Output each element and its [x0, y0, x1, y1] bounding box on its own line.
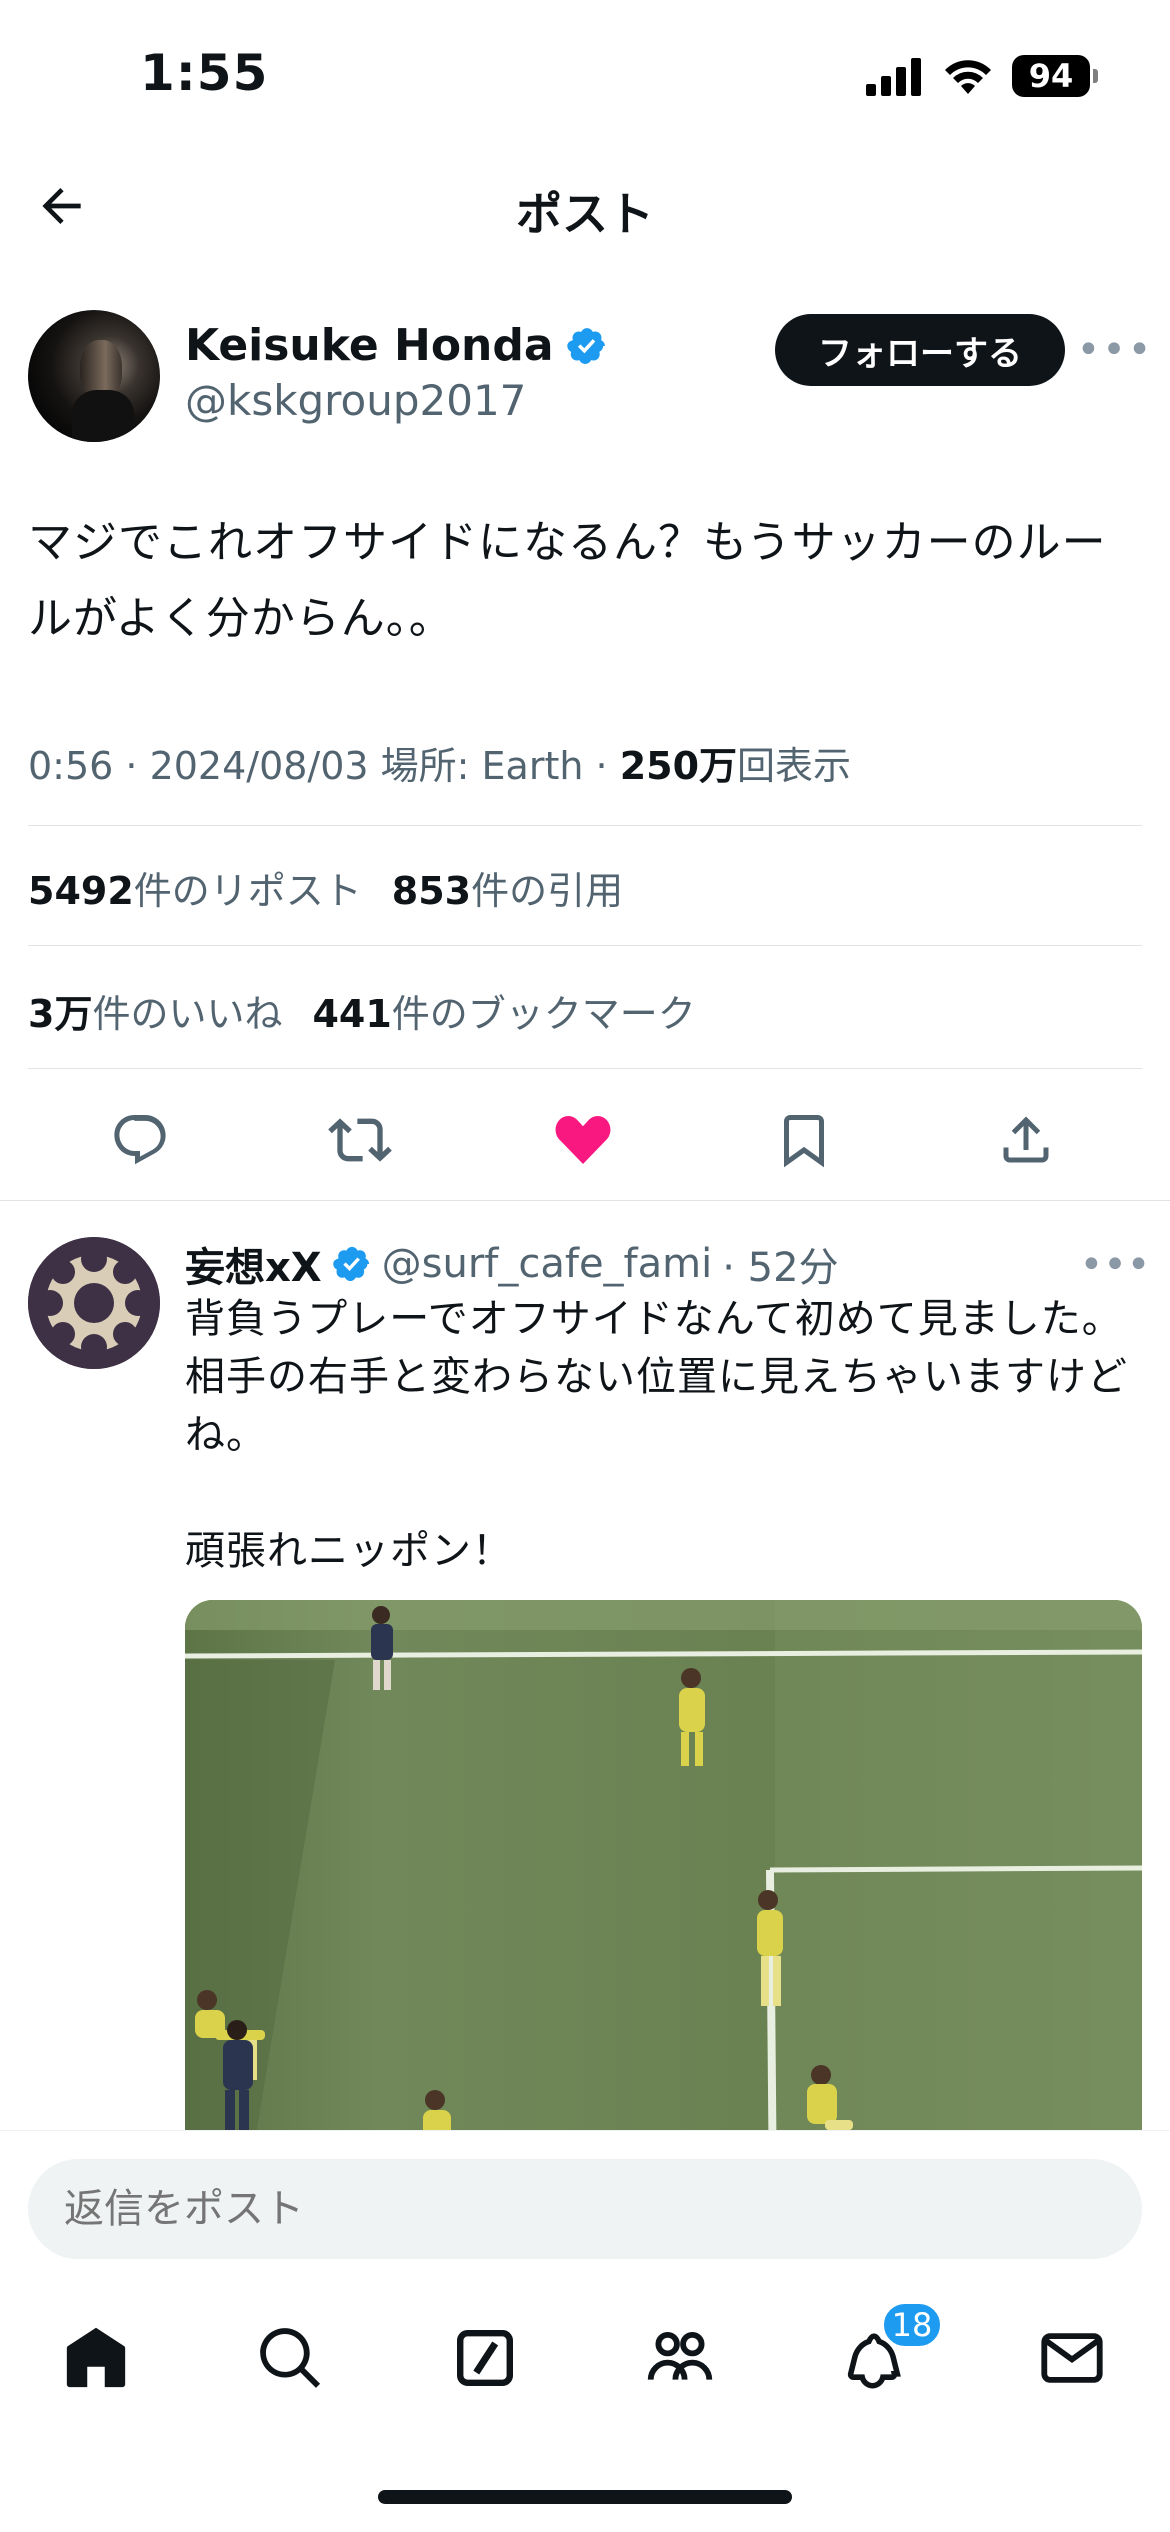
share-button[interactable] [994, 1108, 1058, 1172]
views-count: 250万 [619, 744, 738, 788]
status-time: 1:55 [140, 44, 269, 102]
author-handle[interactable]: @kskgroup2017 [185, 376, 526, 425]
divider [0, 1200, 1170, 1201]
reposts-count: 5492 [28, 869, 134, 913]
tab-compose[interactable] [447, 2320, 523, 2396]
divider [28, 1068, 1142, 1069]
messages-icon [1041, 2333, 1103, 2383]
status-icons: 94 [866, 52, 1098, 100]
nav-header: ポスト [0, 150, 1170, 262]
bookmarks-label: 件のブックマーク [391, 992, 696, 1036]
share-icon [1003, 1116, 1049, 1163]
notifications-badge: 18 [880, 2300, 944, 2350]
battery-level: 94 [1028, 57, 1074, 95]
likes-label: 件のいいね [92, 992, 283, 1036]
repost-button[interactable] [328, 1108, 392, 1172]
reply-author-handle[interactable]: @surf_cafe_fami [382, 1241, 713, 1287]
home-icon [66, 2327, 126, 2388]
follow-button[interactable]: フォローする [775, 314, 1065, 386]
author-name: Keisuke Honda [185, 320, 554, 371]
reply-composer [0, 2130, 1170, 2280]
reply-more-button[interactable]: ••• [1080, 1242, 1151, 1288]
likes-stat[interactable]: 3万件のいいね [28, 983, 282, 1038]
reply-input[interactable] [28, 2159, 1142, 2259]
post-more-button[interactable]: ••• [1077, 327, 1152, 373]
bookmark-icon [784, 1115, 824, 1168]
cellular-signal-icon [866, 58, 921, 96]
reposts-stat[interactable]: 5492件のリポスト [28, 860, 362, 915]
post-text: マジでこれオフサイドになるん？もうサッカーのルールがよく分からん。。 [28, 517, 1107, 644]
reply-avatar-image [28, 1237, 160, 1369]
likes-count: 3万 [28, 992, 93, 1036]
reply-avatar[interactable] [28, 1237, 160, 1369]
reply-item[interactable]: 妄想xX @surf_cafe_fami · 52分 ••• 背負うプレーでオフ… [0, 1205, 1170, 2135]
reply-media-image[interactable] [185, 1600, 1142, 2135]
repost-icon [328, 1118, 392, 1162]
verified-icon [332, 1246, 369, 1282]
reposts-label: 件のリポスト [133, 869, 362, 913]
home-indicator[interactable] [378, 2490, 792, 2504]
tab-communities[interactable] [642, 2320, 718, 2396]
tab-messages[interactable] [1034, 2320, 1110, 2396]
post-action-bar [0, 1072, 1170, 1202]
divider [28, 825, 1142, 826]
battery-indicator: 94 [1012, 55, 1098, 97]
like-button[interactable] [551, 1108, 615, 1172]
author-avatar[interactable] [28, 310, 160, 442]
reply-button[interactable] [108, 1108, 172, 1172]
compose-icon [457, 2330, 513, 2386]
reply-icon [114, 1115, 166, 1165]
views-label: 回表示 [737, 744, 852, 788]
search-icon [260, 2328, 321, 2388]
divider [28, 945, 1142, 946]
quotes-stat[interactable]: 853件の引用 [392, 860, 623, 915]
post-meta: 0:56 · 2024/08/03 場所: Earth · 250万回表示 [28, 735, 851, 790]
quotes-label: 件の引用 [471, 869, 624, 913]
reply-text: 背負うプレーでオフサイドなんて初めて見ました。相手の右手と変わらない位置に見えち… [185, 1296, 1128, 1574]
tab-search[interactable] [252, 2320, 328, 2396]
quotes-count: 853 [391, 869, 472, 913]
author-name-group[interactable]: Keisuke Honda [185, 320, 608, 371]
tab-home[interactable] [58, 2320, 134, 2396]
page-title: ポスト [516, 187, 654, 241]
bottom-tab-bar: 18 [0, 2280, 1170, 2430]
bookmarks-stat[interactable]: 441件のブックマーク [312, 983, 695, 1038]
reply-header: 妄想xX @surf_cafe_fami · 52分 [185, 1235, 839, 1293]
soccer-field-photo [185, 1600, 1142, 2135]
verified-icon [566, 327, 605, 364]
bookmarks-count: 441 [312, 992, 392, 1036]
stats-row-likes: 3万件のいいね 441件のブックマーク [28, 983, 696, 1038]
wifi-icon [945, 60, 991, 94]
reply-author-name[interactable]: 妄想xX [185, 1235, 322, 1293]
post-timestamp: 0:56 · 2024/08/03 場所: Earth · [28, 744, 620, 788]
status-bar: 1:55 94 [0, 0, 1170, 150]
stats-row-reposts: 5492件のリポスト 853件の引用 [28, 860, 623, 915]
like-icon [555, 1115, 611, 1164]
post-author-row: Keisuke Honda @kskgroup2017 フォローする ••• [0, 300, 1170, 450]
communities-icon [647, 2331, 713, 2380]
bookmark-button[interactable] [772, 1108, 836, 1172]
reply-time: · 52分 [722, 1245, 839, 1291]
